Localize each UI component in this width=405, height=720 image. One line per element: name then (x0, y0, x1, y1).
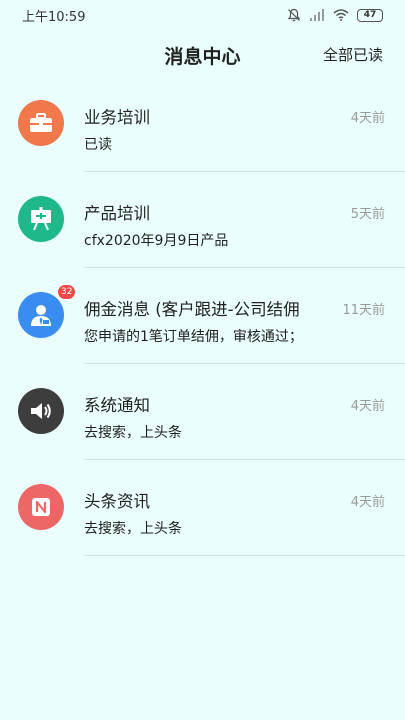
mute-bell-icon (287, 8, 301, 22)
message-time: 5天前 (350, 207, 385, 222)
message-avatar (18, 388, 64, 434)
message-item-headline-news[interactable]: 头条资讯 4天前 去搜索，上头条 (0, 460, 405, 556)
news-icon (32, 498, 50, 516)
message-time: 11天前 (342, 303, 385, 318)
message-avatar (18, 292, 64, 338)
message-time: 4天前 (350, 399, 385, 414)
message-title: 头条资讯 (84, 492, 150, 511)
speaker-icon (31, 403, 51, 419)
message-avatar (18, 484, 64, 530)
unread-count-badge: 32 (57, 284, 77, 300)
divider (84, 555, 405, 556)
briefcase-icon (30, 113, 52, 132)
message-title: 业务培训 (84, 108, 150, 127)
message-avatar (18, 196, 64, 242)
message-preview: cfx2020年9月9日产品 (84, 233, 229, 249)
message-item-commission[interactable]: 32 佣金消息 (客户跟进-公司结佣 11天前 您申请的1笔订单结佣，审核通过； (0, 268, 405, 364)
message-title: 佣金消息 (客户跟进-公司结佣 (84, 300, 300, 319)
message-avatar (18, 100, 64, 146)
agent-icon (31, 305, 51, 326)
wifi-icon (333, 9, 349, 21)
message-preview: 去搜索，上头条 (84, 521, 182, 537)
message-preview: 去搜索，上头条 (84, 425, 182, 441)
mark-all-read-button[interactable]: 全部已读 (323, 44, 383, 65)
message-time: 4天前 (350, 495, 385, 510)
battery-indicator: 47 (357, 8, 383, 22)
status-icons: 47 (287, 8, 383, 22)
status-time: 上午10:59 (22, 9, 86, 25)
message-time: 4天前 (350, 111, 385, 126)
signal-icon (310, 9, 324, 21)
header: 消息中心 全部已读 (0, 30, 405, 76)
message-preview: 已读 (84, 137, 112, 153)
message-preview: 您申请的1笔订单结佣，审核通过； (84, 329, 303, 345)
message-title: 产品培训 (84, 204, 150, 223)
message-title: 系统通知 (84, 396, 150, 415)
message-item-system-notice[interactable]: 系统通知 4天前 去搜索，上头条 (0, 364, 405, 460)
message-list: 业务培训 4天前 已读 产品培训 5天前 cfx2020年9月9日产品 32 佣… (0, 76, 405, 556)
status-bar: 上午10:59 47 (0, 0, 405, 30)
message-item-business-training[interactable]: 业务培训 4天前 已读 (0, 76, 405, 172)
presentation-board-icon (31, 207, 51, 231)
message-item-product-training[interactable]: 产品培训 5天前 cfx2020年9月9日产品 (0, 172, 405, 268)
